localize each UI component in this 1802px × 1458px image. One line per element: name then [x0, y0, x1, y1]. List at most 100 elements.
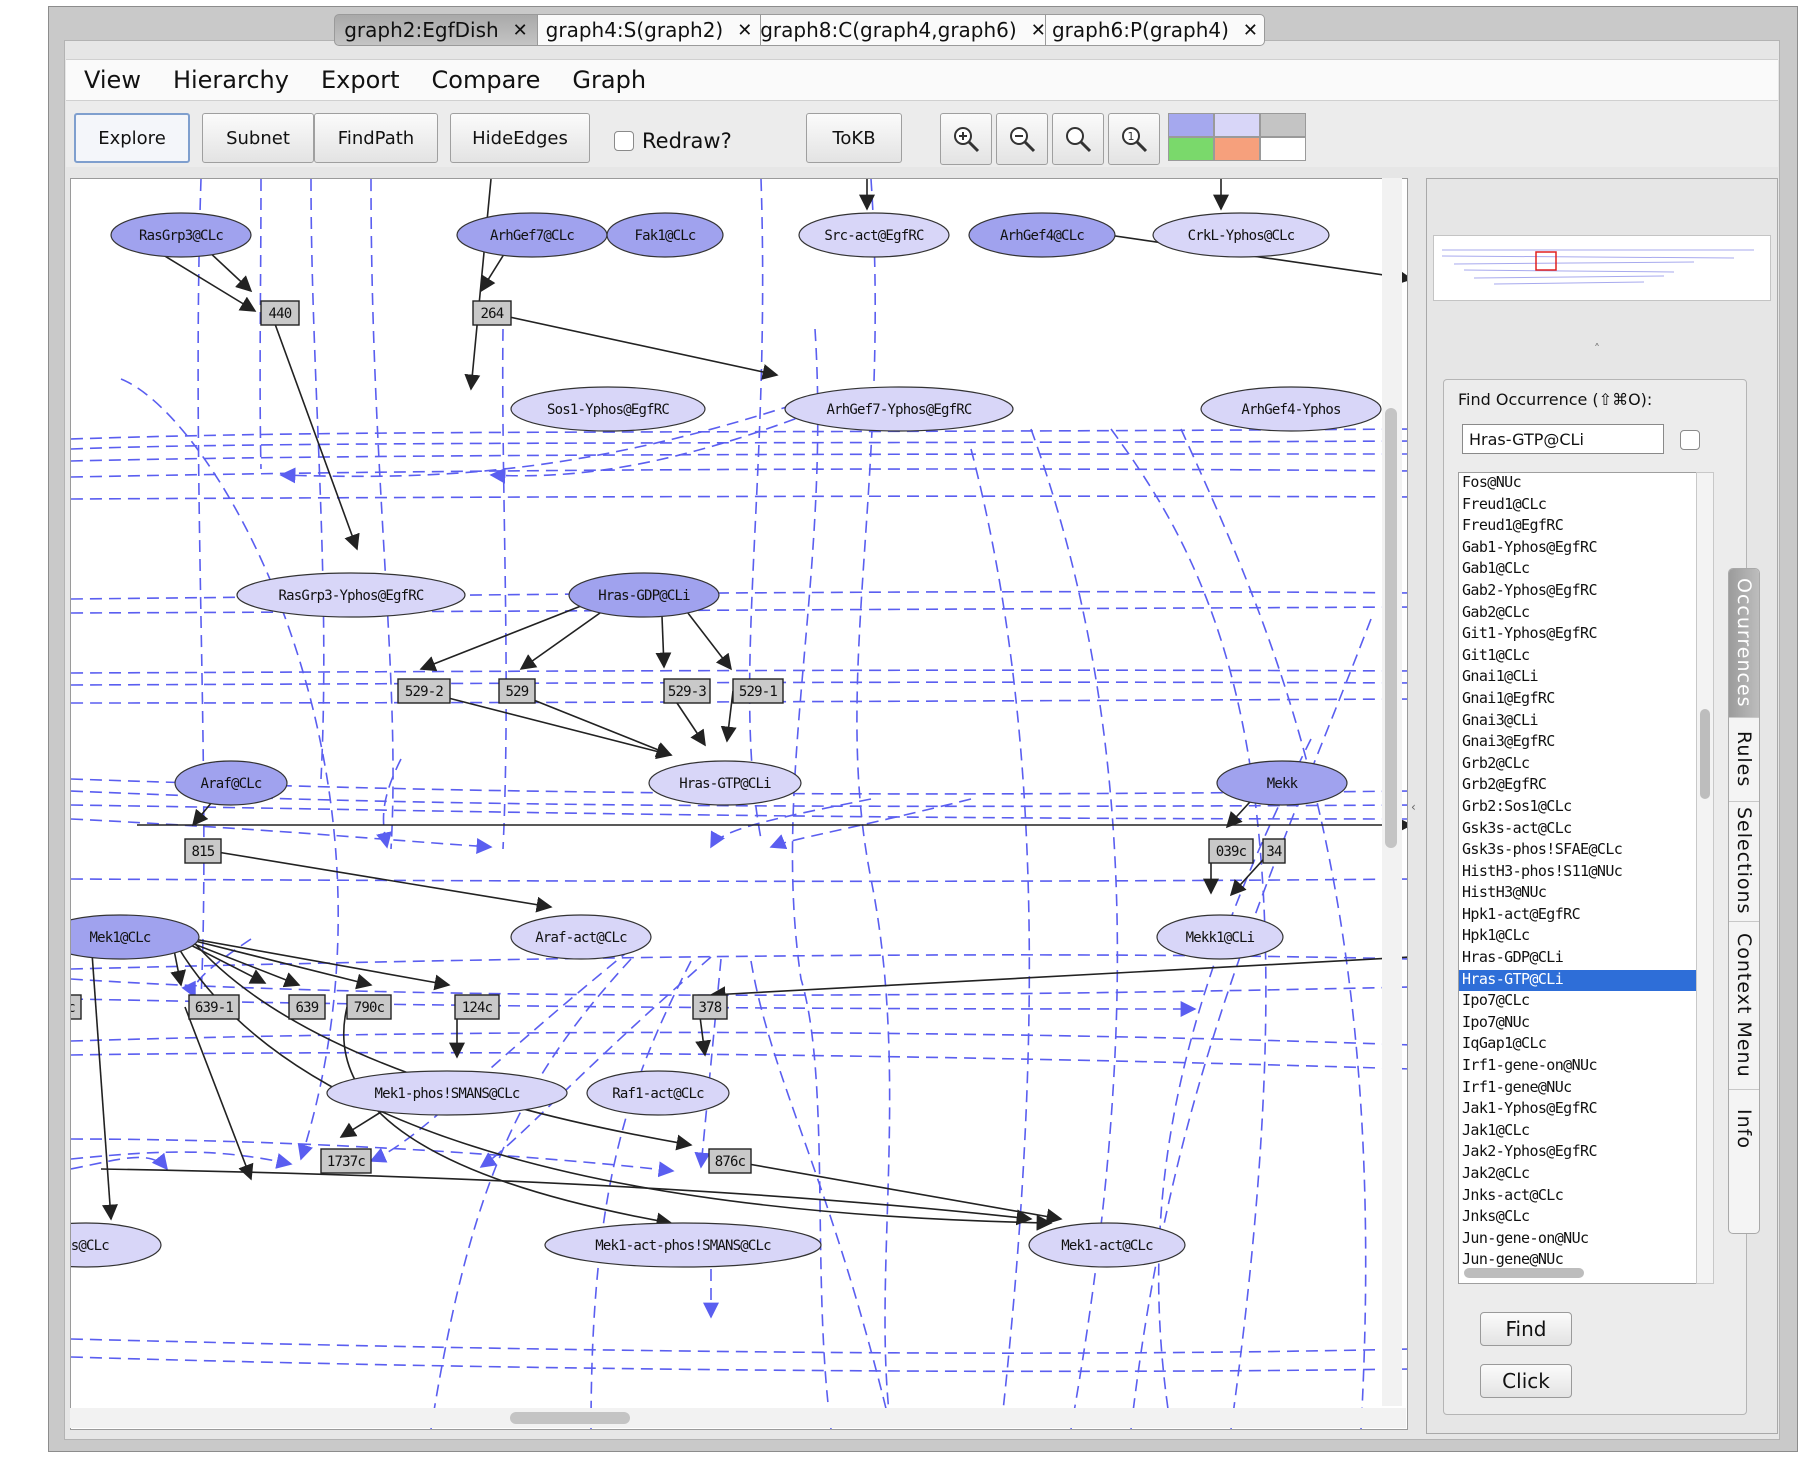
menu-export[interactable]: Export: [307, 66, 414, 94]
zoom-fit-button[interactable]: [1052, 113, 1104, 165]
list-item[interactable]: Gab2@CLc: [1459, 603, 1711, 625]
graph-box-node[interactable]: 876c: [708, 1148, 752, 1174]
list-item[interactable]: Git1@CLc: [1459, 646, 1711, 668]
menu-compare[interactable]: Compare: [418, 66, 555, 94]
list-item[interactable]: Git1-Yphos@EgfRC: [1459, 624, 1711, 646]
zoom-in-button[interactable]: [940, 113, 992, 165]
list-item[interactable]: Jak2@CLc: [1459, 1164, 1711, 1186]
color-swatch[interactable]: [1168, 137, 1214, 161]
tokb-button[interactable]: ToKB: [806, 113, 902, 163]
list-item[interactable]: Gnai3@EgfRC: [1459, 732, 1711, 754]
graph-box-node[interactable]: 639: [288, 994, 326, 1020]
collapse-arrow-icon[interactable]: ‹: [1411, 800, 1416, 814]
list-item[interactable]: Jak2-Yphos@EgfRC: [1459, 1142, 1711, 1164]
color-swatch[interactable]: [1168, 113, 1214, 137]
tab-graph2[interactable]: graph2:EgfDish ✕: [334, 14, 538, 46]
graph-node[interactable]: Mekk: [1216, 760, 1348, 806]
list-item[interactable]: Gab1@CLc: [1459, 559, 1711, 581]
list-item[interactable]: Ipo7@CLc: [1459, 991, 1711, 1013]
canvas-vertical-scrollbar[interactable]: [1382, 178, 1402, 1406]
list-item[interactable]: Hpk1@CLc: [1459, 926, 1711, 948]
list-item[interactable]: Jak1-Yphos@EgfRC: [1459, 1099, 1711, 1121]
color-swatch[interactable]: [1214, 113, 1260, 137]
list-item[interactable]: Freud1@EgfRC: [1459, 516, 1711, 538]
graph-node[interactable]: Hras-GDP@CLi: [568, 572, 720, 618]
zoom-reset-button[interactable]: 1: [1108, 113, 1160, 165]
list-horizontal-scroll-thumb[interactable]: [1464, 1268, 1584, 1278]
findpath-button[interactable]: FindPath: [314, 113, 438, 163]
close-icon[interactable]: ✕: [1031, 20, 1046, 41]
collapse-up-icon[interactable]: ˄: [1594, 342, 1600, 356]
graph-box-node[interactable]: 639-1: [188, 994, 240, 1020]
hideedges-button[interactable]: HideEdges: [450, 113, 590, 163]
close-icon[interactable]: ✕: [513, 20, 528, 41]
list-item[interactable]: Irf1-gene@NUc: [1459, 1078, 1711, 1100]
graph-drawing[interactable]: RasGrp3@CLc ArhGef7@CLc Fak1@CLc Src-act@Eg…: [71, 179, 1407, 1429]
graph-box-node[interactable]: 529-3: [663, 678, 711, 704]
list-item[interactable]: Gab2-Yphos@EgfRC: [1459, 581, 1711, 603]
list-item[interactable]: Gnai1@CLi: [1459, 667, 1711, 689]
graph-node[interactable]: Raf1-act@CLc: [586, 1070, 730, 1116]
color-swatch[interactable]: [1260, 113, 1306, 137]
color-swatch[interactable]: [1260, 137, 1306, 161]
list-item[interactable]: Hras-GTP@CLi: [1459, 969, 1711, 992]
graph-node[interactable]: Araf@CLc: [174, 760, 288, 806]
list-item[interactable]: Gab1-Yphos@EgfRC: [1459, 538, 1711, 560]
graph-box-node[interactable]: 529-2: [397, 678, 451, 704]
list-item[interactable]: Gsk3s-phos!SFAE@CLc: [1459, 840, 1711, 862]
graph-node[interactable]: Sos1-Yphos@EgfRC: [510, 386, 706, 432]
graph-box-node[interactable]: 264: [472, 300, 512, 326]
graph-box-node[interactable]: 124c: [454, 994, 500, 1020]
list-item[interactable]: Hras-GDP@CLi: [1459, 948, 1711, 970]
graph-box-node[interactable]: 790c: [346, 994, 392, 1020]
tab-occurrences[interactable]: Occurrences: [1729, 569, 1759, 718]
viewport-indicator[interactable]: [1535, 251, 1557, 271]
graph-node[interactable]: Mek1@CLc: [71, 914, 200, 960]
graph-node[interactable]: Src-act@EgfRC: [798, 212, 950, 258]
list-item[interactable]: Fos@NUc: [1459, 473, 1711, 495]
list-item[interactable]: Ipo7@NUc: [1459, 1013, 1711, 1035]
graph-node[interactable]: ps@CLc: [71, 1222, 162, 1268]
list-item[interactable]: Grb2:Sos1@CLc: [1459, 797, 1711, 819]
graph-box-node[interactable]: 529-1: [732, 678, 784, 704]
tab-context-menu[interactable]: Context Menu: [1729, 921, 1759, 1090]
list-item[interactable]: Gnai3@CLi: [1459, 711, 1711, 733]
zoom-out-button[interactable]: [996, 113, 1048, 165]
list-item[interactable]: Irf1-gene-on@NUc: [1459, 1056, 1711, 1078]
scroll-thumb[interactable]: [510, 1412, 630, 1424]
redraw-toggle[interactable]: Redraw?: [614, 129, 732, 153]
graph-box-node[interactable]: c: [71, 994, 82, 1020]
graph-node[interactable]: Araf-act@CLc: [510, 914, 652, 960]
list-item[interactable]: Gnai1@EgfRC: [1459, 689, 1711, 711]
graph-box-node[interactable]: 529: [498, 678, 536, 704]
find-input[interactable]: [1462, 424, 1664, 454]
graph-node[interactable]: Fak1@CLc: [606, 212, 724, 258]
occurrence-list[interactable]: Fos@NUc Freud1@CLc Freud1@EgfRC Gab1-Yphos@…: [1458, 472, 1712, 1284]
list-item[interactable]: HistH3-phos!S11@NUc: [1459, 862, 1711, 884]
graph-overview[interactable]: [1433, 235, 1771, 301]
menu-graph[interactable]: Graph: [558, 66, 660, 94]
graph-node[interactable]: Mek1-act@CLc: [1028, 1222, 1186, 1268]
tab-graph8[interactable]: graph8:C(graph4,graph6) ✕: [760, 14, 1046, 46]
graph-box-node[interactable]: 815: [184, 838, 222, 864]
tab-selections[interactable]: Selections: [1729, 801, 1759, 922]
color-swatch[interactable]: [1214, 137, 1260, 161]
scroll-thumb[interactable]: [1700, 709, 1710, 799]
menu-hierarchy[interactable]: Hierarchy: [159, 66, 303, 94]
graph-node[interactable]: ArhGef7-Yphos@EgfRC: [784, 386, 1014, 432]
graph-box-node[interactable]: 1737c: [320, 1148, 372, 1174]
graph-node[interactable]: RasGrp3@CLc: [110, 212, 252, 258]
graph-canvas[interactable]: RasGrp3@CLc ArhGef7@CLc Fak1@CLc Src-act@Eg…: [70, 178, 1408, 1430]
graph-box-node[interactable]: 440: [260, 300, 300, 326]
tab-graph6[interactable]: graph6:P(graph4) ✕: [1046, 14, 1265, 46]
click-button[interactable]: Click: [1480, 1364, 1572, 1398]
list-item[interactable]: Freud1@CLc: [1459, 495, 1711, 517]
graph-node[interactable]: ArhGef4@CLc: [968, 212, 1116, 258]
list-item[interactable]: Grb2@CLc: [1459, 754, 1711, 776]
explore-button[interactable]: Explore: [74, 113, 190, 163]
list-item[interactable]: Jak1@CLc: [1459, 1121, 1711, 1143]
list-item[interactable]: Jnks@CLc: [1459, 1207, 1711, 1229]
list-item[interactable]: HistH3@NUc: [1459, 883, 1711, 905]
graph-node[interactable]: Mek1-act-phos!SMANS@CLc: [544, 1222, 822, 1268]
list-item[interactable]: Jnks-act@CLc: [1459, 1186, 1711, 1208]
